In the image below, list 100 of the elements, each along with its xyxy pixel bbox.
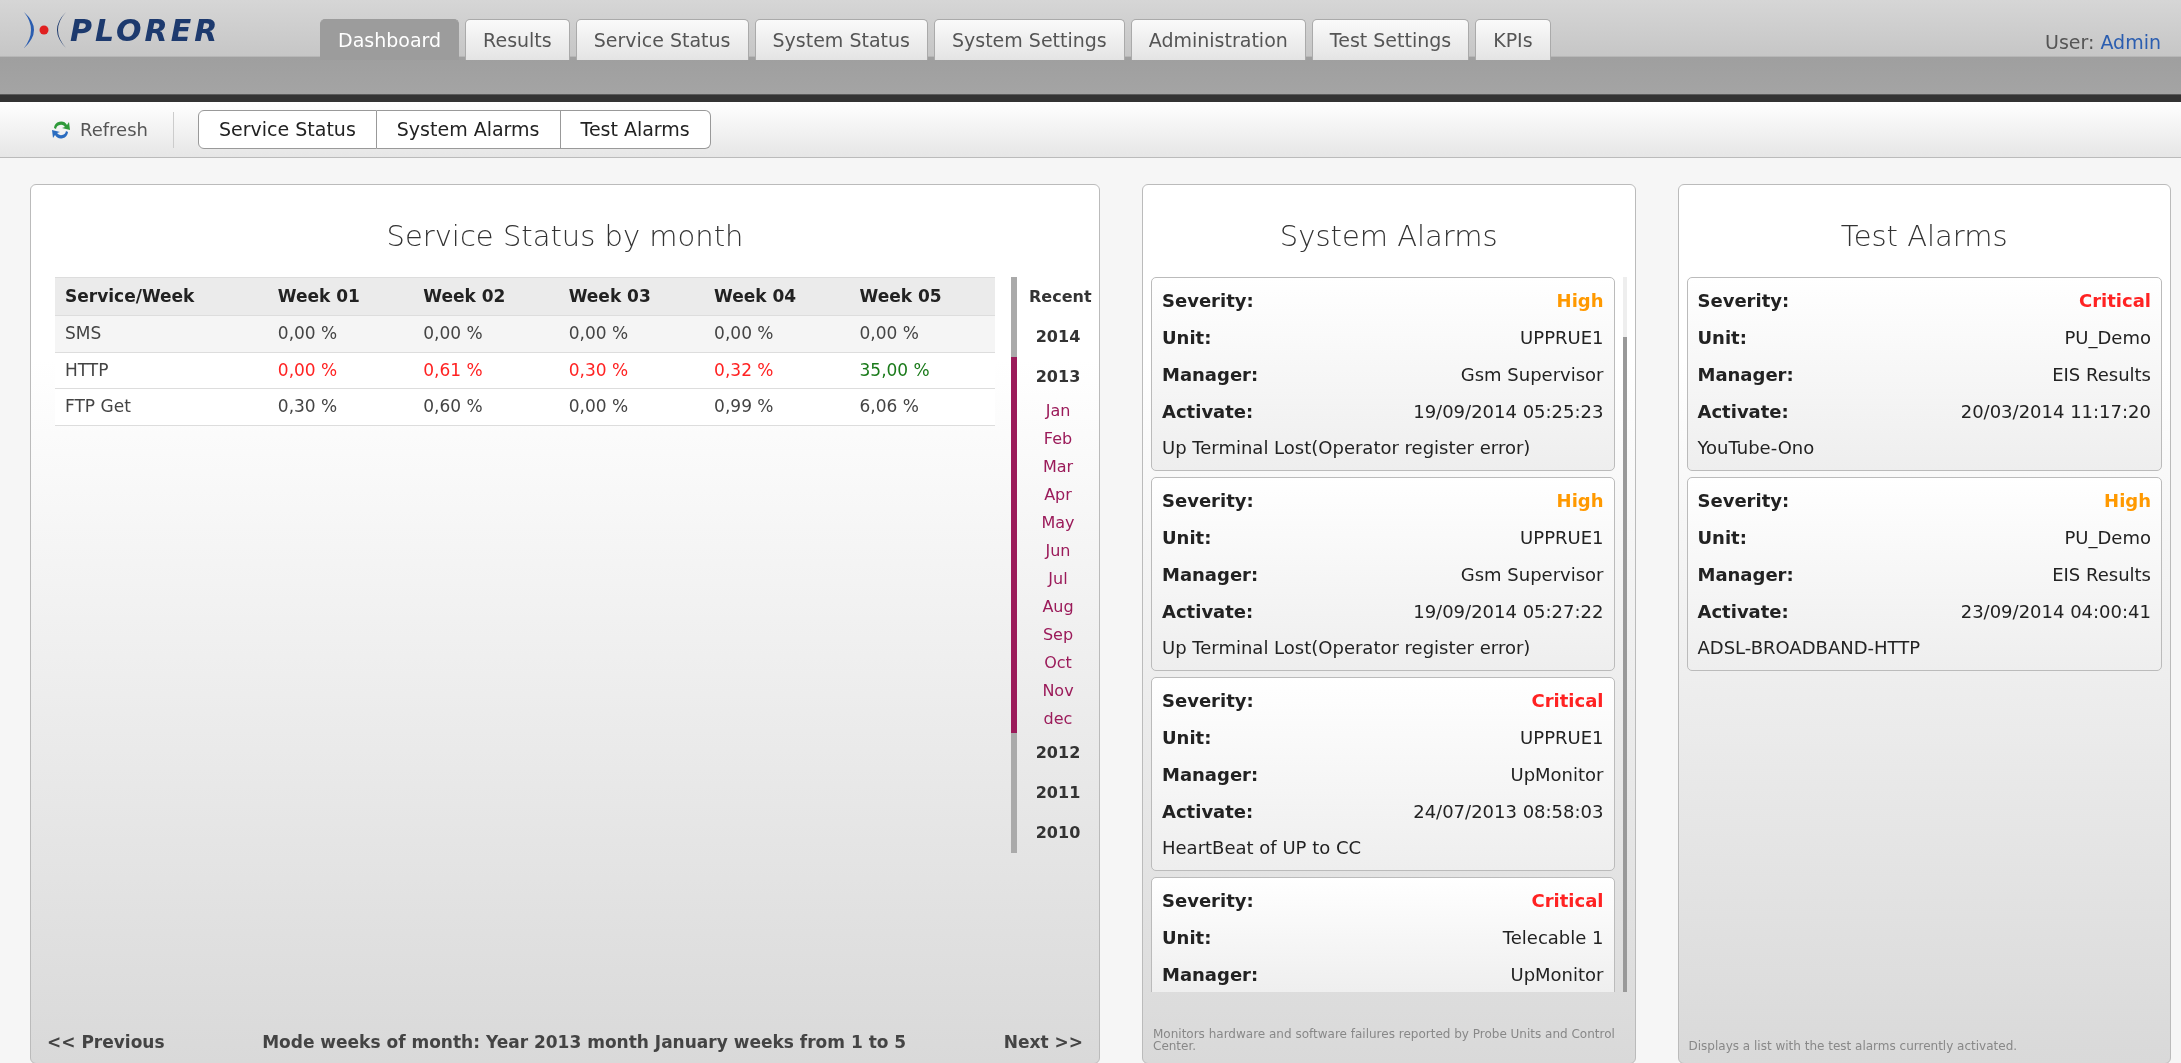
view-button[interactable]: Service Status (198, 110, 377, 149)
field-value: High (1556, 488, 1604, 513)
month-item[interactable]: Apr (1025, 480, 1091, 509)
period-item[interactable]: 2010 (1025, 812, 1091, 853)
field-label: Severity: (1162, 488, 1254, 513)
field-label: Manager: (1162, 362, 1259, 387)
field-label: Severity: (1697, 488, 1790, 513)
column-header: Week 05 (849, 277, 995, 316)
field-label: Manager: (1697, 562, 1794, 587)
field-value: Critical (1531, 688, 1604, 713)
field-value: UPPRUE1 (1520, 525, 1604, 550)
user-label: User: (2045, 31, 2095, 53)
nav-tab[interactable]: Test Settings (1311, 19, 1470, 60)
table-cell: 0,00 % (558, 315, 705, 352)
logo-text: PLORER (70, 11, 221, 50)
field-value: 23/09/2014 04:00:41 (1960, 599, 2151, 624)
mode-text: Mode weeks of month: Year 2013 month January weeks from 1 to 5 (261, 1030, 908, 1054)
field-value: Critical (1531, 888, 1604, 913)
alarm-card[interactable]: Severity: High Unit: UPPRUE1 Manager: Gsm Supervisor Activate: 19/09/2014 05:25:23 Up Terminal Lost(Operator register error) (1151, 276, 1615, 471)
column-header: Service/Week (55, 277, 268, 316)
panel-description: Displays a list with the test alarms currently activated. (1687, 1038, 2019, 1056)
nav-tab[interactable]: Results (465, 19, 570, 60)
field-value: UpMonitor (1510, 962, 1604, 987)
nav-tab[interactable]: System Settings (933, 19, 1125, 60)
field-value: UpMonitor (1510, 762, 1604, 787)
field-label: Severity: (1162, 888, 1254, 913)
table-cell: 6,06 % (849, 388, 995, 425)
alarm-card[interactable]: Severity: Critical Unit: Telecable 1 Manager: UpMonitor (1151, 876, 1615, 992)
view-button[interactable]: System Alarms (376, 110, 561, 149)
field-label: Unit: (1162, 925, 1212, 950)
alarm-message: YouTube-Ono (1697, 436, 1816, 460)
alarm-message: Up Terminal Lost(Operator register error) (1162, 436, 1532, 460)
period-item[interactable]: 2014 (1025, 316, 1091, 357)
user-name[interactable]: Admin (2100, 31, 2161, 53)
table-cell: 35,00 % (849, 352, 995, 389)
month-item[interactable]: Nov (1025, 676, 1091, 705)
month-item[interactable]: Jan (1025, 396, 1091, 425)
month-item[interactable]: Jul (1025, 564, 1091, 593)
alarm-message: ADSL-BROADBAND-HTTP (1697, 636, 1922, 660)
month-item[interactable]: dec (1025, 704, 1091, 733)
nav-tab[interactable]: System Status (754, 19, 928, 60)
alarm-message: HeartBeat of UP to CC (1162, 836, 1363, 860)
table-cell: 0,00 % (267, 315, 414, 352)
field-value: Telecable 1 (1502, 925, 1604, 950)
table-cell: HTTP (55, 352, 268, 389)
alarm-card[interactable]: Severity: Critical Unit: UPPRUE1 Manager: UpMonitor Activate: 24/07/2013 08:58:03 HeartBeat of UP to CC (1151, 676, 1615, 871)
scrollbar[interactable] (1622, 336, 1627, 992)
table-cell: 0,61 % (413, 352, 559, 389)
refresh-button[interactable]: Refresh (40, 111, 174, 148)
month-item[interactable]: Mar (1025, 452, 1091, 481)
table-cell: 0,30 % (558, 352, 705, 389)
field-label: Severity: (1162, 688, 1254, 713)
field-label: Manager: (1162, 562, 1259, 587)
previous-link[interactable]: << Previous (47, 1029, 165, 1055)
period-item[interactable]: Recent (1025, 276, 1091, 317)
field-value: 19/09/2014 05:25:23 (1413, 399, 1604, 424)
month-item[interactable]: Aug (1025, 592, 1091, 621)
alarm-card[interactable]: Severity: High Unit: UPPRUE1 Manager: Gsm Supervisor Activate: 19/09/2014 05:27:22 Up Terminal Lost(Operator register error) (1151, 476, 1615, 671)
table-cell: 0,99 % (704, 388, 850, 425)
table-cell: 0,00 % (267, 352, 414, 389)
alarm-card[interactable]: Severity: High Unit: PU_Demo Manager: EIS Results Activate: 23/09/2014 04:00:41 ADSL-BROADBAND-HTTP (1686, 476, 2162, 671)
field-label: Activate: (1162, 399, 1254, 424)
field-value: Gsm Supervisor (1460, 362, 1604, 387)
period-item[interactable]: 2011 (1025, 772, 1091, 813)
month-item[interactable]: May (1025, 508, 1091, 537)
next-link[interactable]: Next >> (1003, 1029, 1083, 1055)
field-value: Critical (2078, 288, 2151, 313)
table-cell: 0,30 % (267, 388, 414, 425)
panel-title: Test Alarms (1839, 218, 2009, 255)
month-item[interactable]: Sep (1025, 620, 1091, 649)
field-value: PU_Demo (2064, 325, 2151, 351)
field-value: Gsm Supervisor (1460, 562, 1604, 587)
period-item[interactable]: 2013 (1025, 356, 1091, 397)
period-item[interactable]: 2012 (1025, 732, 1091, 773)
nav-tab[interactable]: Service Status (575, 19, 749, 60)
field-value: 24/07/2013 08:58:03 (1413, 799, 1604, 824)
field-label: Unit: (1162, 525, 1212, 550)
panel-title: Service Status by month (385, 218, 745, 255)
month-item[interactable]: Oct (1025, 648, 1091, 677)
table-cell: 0,00 % (704, 315, 850, 352)
table-cell: 0,00 % (849, 315, 995, 352)
field-value: EIS Results (2052, 562, 2151, 587)
column-header: Week 01 (267, 277, 414, 316)
nav-tab[interactable]: KPIs (1475, 19, 1551, 60)
field-label: Activate: (1162, 799, 1254, 824)
field-value: PU_Demo (2064, 525, 2151, 551)
panel-description: Monitors hardware and software failures reported by Probe Units and Control Center. (1152, 1025, 1616, 1056)
view-button[interactable]: Test Alarms (560, 110, 711, 149)
field-label: Manager: (1162, 962, 1259, 987)
column-header: Week 03 (558, 277, 705, 316)
field-value: UPPRUE1 (1520, 325, 1604, 350)
field-label: Activate: (1697, 599, 1789, 624)
month-item[interactable]: Jun (1025, 536, 1091, 565)
nav-tab[interactable]: Administration (1130, 19, 1306, 60)
field-value: 20/03/2014 11:17:20 (1960, 399, 2151, 424)
alarm-message: Up Terminal Lost(Operator register error) (1162, 636, 1532, 660)
alarm-card[interactable]: Severity: Critical Unit: PU_Demo Manager: EIS Results Activate: 20/03/2014 11:17:20 YouTube-Ono (1686, 276, 2162, 471)
table-cell: SMS (55, 315, 268, 352)
month-item[interactable]: Feb (1025, 424, 1091, 453)
column-header: Week 02 (413, 277, 559, 316)
